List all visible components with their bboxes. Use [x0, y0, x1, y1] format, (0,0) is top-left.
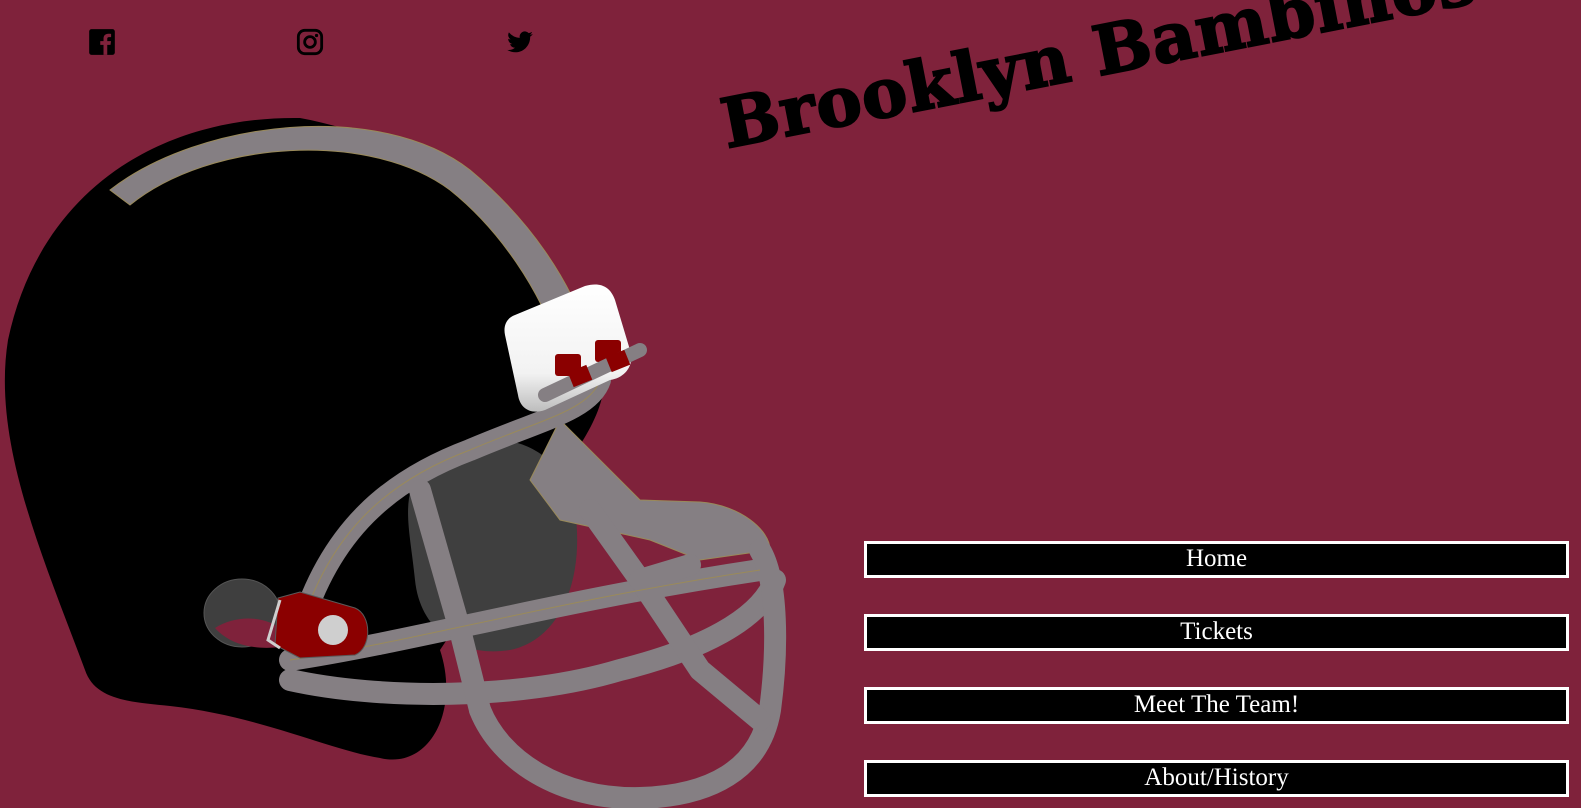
twitter-link[interactable]: [506, 28, 538, 60]
nav-tickets-button[interactable]: Tickets: [864, 614, 1569, 651]
football-helmet-illustration: [4, 117, 787, 808]
social-links: [88, 28, 548, 62]
instagram-icon: [296, 28, 324, 56]
nav-meet-the-team-button[interactable]: Meet The Team!: [864, 687, 1569, 724]
instagram-link[interactable]: [296, 28, 328, 60]
twitter-icon: [507, 31, 533, 53]
nav-home-button[interactable]: Home: [864, 541, 1569, 578]
nav-about-history-button[interactable]: About/History: [864, 760, 1569, 797]
site-title: Brooklyn Bambinos: [714, 0, 1484, 166]
page: Brooklyn Bambinos Home Tickets Meet The …: [0, 0, 1581, 808]
main-nav: Home Tickets Meet The Team! About/Histor…: [864, 541, 1581, 808]
facebook-icon: [89, 29, 115, 55]
facebook-link[interactable]: [88, 28, 120, 60]
